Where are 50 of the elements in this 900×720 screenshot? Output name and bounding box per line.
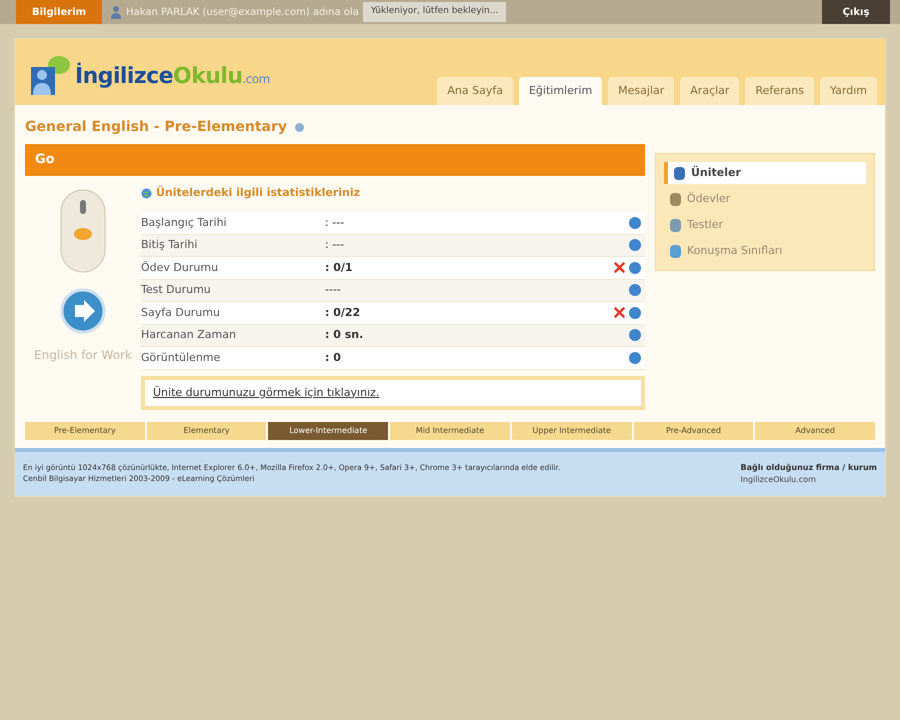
stats-label: Ödev Durumu bbox=[141, 260, 220, 276]
loading-tooltip: Yükleniyor, lütfen bekleyin... bbox=[362, 2, 506, 22]
stats-value: ---- bbox=[325, 282, 342, 298]
company-heading: Bağlı olduğunuz firma / kurum bbox=[740, 462, 877, 474]
menu-icon bbox=[674, 166, 685, 180]
stats-label: Başlangıç Tarihi bbox=[141, 214, 228, 230]
stats-value: : 0 sn. bbox=[325, 327, 364, 343]
level-tab[interactable]: Advanced bbox=[755, 422, 876, 440]
level-tab[interactable]: Elementary bbox=[146, 422, 266, 440]
nav-tab[interactable]: Ana Sayfa bbox=[437, 77, 513, 105]
logo-person-icon bbox=[29, 55, 71, 97]
course-title: General English - Pre-Elementary bbox=[25, 118, 288, 137]
nav-tab[interactable]: Referans bbox=[745, 77, 814, 105]
play-button-icon[interactable] bbox=[60, 288, 106, 334]
stats-label: Harcanan Zaman bbox=[141, 327, 237, 343]
globe-icon bbox=[141, 188, 152, 198]
stats-label: Sayfa Durumu bbox=[141, 304, 221, 320]
nav-tab[interactable]: Yardım bbox=[820, 77, 877, 105]
nav-tab[interactable]: Eğitimlerim bbox=[518, 77, 602, 105]
level-tab[interactable]: Mid Intermediate bbox=[390, 422, 510, 440]
logo-text: İngilizceOkulu.com bbox=[75, 62, 270, 90]
stats-label: Bitiş Tarihi bbox=[141, 237, 198, 253]
menu-icon bbox=[670, 244, 681, 258]
nav-tab[interactable]: Mesajlar bbox=[608, 77, 674, 105]
nav-tab[interactable]: Araçlar bbox=[680, 77, 740, 105]
error-icon bbox=[614, 307, 625, 318]
user-icon bbox=[110, 5, 122, 19]
stats-heading: Ünitelerdeki ilgili istatistikleriniz bbox=[156, 184, 360, 201]
stats-label: Test Durumu bbox=[141, 282, 212, 298]
menu-icon bbox=[670, 192, 681, 206]
menu-icon bbox=[670, 218, 681, 232]
company-text: IngilizceOkulu.com bbox=[740, 474, 817, 486]
level-tab[interactable]: Upper Intermediate bbox=[512, 422, 632, 440]
stats-value: : --- bbox=[325, 237, 346, 253]
profile-button[interactable]: Bilgilerim bbox=[16, 0, 102, 24]
user-text: Hakan PARLAK (user@example.com) adına ola bbox=[126, 6, 359, 20]
stats-value: : 0 bbox=[325, 350, 342, 366]
status-link[interactable]: Ünite durumunuzu görmek için tıklayınız. bbox=[145, 380, 641, 406]
stats-value: : 0/22 bbox=[325, 304, 362, 320]
stats-value: : --- bbox=[325, 214, 346, 230]
level-tab[interactable]: Lower-Intermediate bbox=[268, 422, 388, 440]
stats-value: : 0/1 bbox=[325, 260, 354, 276]
section-heading: English for Work bbox=[34, 347, 132, 364]
error-icon bbox=[614, 262, 625, 274]
level-tab[interactable]: Pre-Elementary bbox=[25, 422, 145, 440]
logout-button[interactable]: Çıkış bbox=[822, 0, 890, 24]
course-bar: Go bbox=[25, 144, 645, 176]
side-menu-item[interactable]: Üniteler bbox=[664, 162, 866, 184]
stats-label: Görüntülenme bbox=[141, 350, 222, 366]
level-tab[interactable]: Pre-Advanced bbox=[634, 422, 754, 440]
